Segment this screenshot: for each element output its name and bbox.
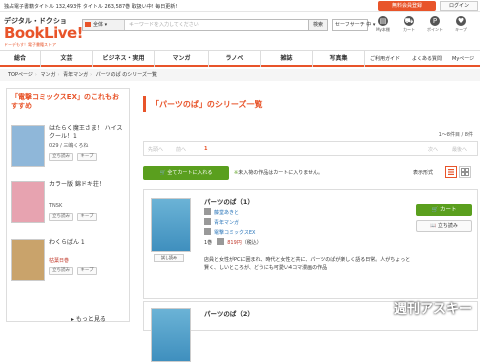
sample-button[interactable]: 立ち読み — [49, 213, 73, 221]
add-all-to-cart-button[interactable]: 🛒 全てカートに入れる — [143, 166, 229, 180]
book-author: 029 / 三嶋くろね — [49, 143, 89, 149]
list-actions: 🛒 全てカートに入れる ※未入荷の作品はカートに入りません。 表示形式 — [143, 166, 478, 180]
series-item: 試し読み パーツのぱ（1） 藤堂あきと 青年マンガ 電撃コミックスEX 1巻 8… — [143, 189, 478, 299]
label-icon — [204, 228, 211, 235]
book-cover[interactable] — [11, 239, 45, 281]
folder-icon — [85, 22, 91, 27]
book-cover[interactable] — [11, 181, 45, 223]
safe-search-select[interactable]: セーフサーチ 中 ▾ — [332, 19, 375, 31]
sample-button[interactable]: 立ち読み — [49, 153, 73, 161]
category-nav: 総合 文芸 ビジネス・実用 マンガ ラノベ 雑誌 写真集 ご利用ガイド よくある… — [0, 50, 480, 67]
list-icon — [448, 169, 454, 175]
author-link[interactable]: 藤堂あきと — [214, 210, 239, 216]
search-box: 全体 ▾ キーワードを入力してください — [82, 19, 322, 31]
watermark: 週刊アスキー — [394, 302, 473, 317]
book-title[interactable]: カラー版 錦ドキ荘！ — [49, 181, 125, 189]
stats-text: 独占電子書籍タイトル 132,493件 タイトル 263,587巻 取扱い中! … — [4, 4, 178, 10]
read-sample-button[interactable]: 📖 立ち読み — [416, 220, 472, 232]
title-accent-bar — [143, 96, 146, 112]
book-title[interactable]: わくらばん 1 — [49, 239, 125, 247]
search-category-select[interactable]: 全体 ▾ — [83, 20, 125, 30]
label-row: 電撃コミックスEX — [204, 228, 255, 236]
price-row: 1巻 819円（税込） — [204, 238, 262, 246]
page-title: 「パーツのぱ」のシリーズ一覧 — [143, 96, 480, 112]
recommend-book: カラー版 錦ドキ荘！ TNSK 立ち読み キープ — [7, 181, 131, 233]
book-author: TNSK — [49, 203, 63, 209]
nav-item-literature[interactable]: 文芸 — [41, 51, 93, 67]
nav-item-manga[interactable]: マンガ — [155, 51, 209, 67]
pager-next[interactable]: 次へ — [428, 146, 438, 153]
keep-link[interactable]: ♥ キープ — [450, 16, 472, 33]
recommend-sidebar: 「電撃コミックスEX」のこれもおすすめ はたらく魔王さま！ ハイスクール！1 0… — [6, 88, 131, 323]
book-cover[interactable] — [151, 198, 191, 252]
book-author: 枯葉日巻 — [49, 258, 70, 264]
cart-icon: ⛟ — [404, 16, 414, 26]
cart-note: ※未入荷の作品はカートに入りません。 — [234, 170, 324, 176]
register-button[interactable]: 無料会員登録 — [378, 1, 436, 11]
bookshelf-icon: ▤ — [378, 16, 388, 26]
point-icon: P — [430, 16, 440, 26]
mypage-link[interactable]: Myページ — [452, 51, 474, 67]
author-icon — [204, 208, 211, 215]
book-cover[interactable] — [11, 125, 45, 167]
pager-first[interactable]: 先頭へ — [148, 146, 163, 153]
pager-current: 1 — [204, 146, 208, 152]
nav-item-photobook[interactable]: 写真集 — [313, 51, 365, 67]
breadcrumb-seinen[interactable]: 青年マンガ — [63, 72, 88, 78]
breadcrumb-top[interactable]: TOPページ — [8, 72, 33, 78]
cart-link[interactable]: ⛟ カート — [398, 16, 420, 33]
sidebar-title: 「電撃コミックスEX」のこれもおすすめ — [11, 93, 119, 110]
header: デジタル・ドクショ BookLive! ドーデもす！電子書籍ストア 全体 ▾ キ… — [0, 13, 480, 49]
result-count: 1～8件目 / 8件 — [438, 132, 473, 138]
guide-link[interactable]: ご利用ガイド — [370, 51, 400, 67]
price-icon — [217, 238, 225, 245]
breadcrumb-current: パーツのぱ のシリーズ一覧 — [95, 72, 157, 78]
breadcrumb-manga[interactable]: マンガ — [41, 72, 56, 78]
pager-prev[interactable]: 前へ — [176, 146, 186, 153]
add-to-cart-button[interactable]: 🛒 カート — [416, 204, 472, 216]
book-title[interactable]: はたらく魔王さま！ ハイスクール！1 — [49, 125, 125, 141]
nav-item-business[interactable]: ビジネス・実用 — [93, 51, 155, 67]
top-bar: 独占電子書籍タイトル 132,493件 タイトル 263,587巻 取扱い中! … — [0, 0, 480, 12]
nav-item-general[interactable]: 総合 — [0, 51, 41, 67]
pagination: 先頭へ 前へ 1 次へ 最後へ — [143, 141, 478, 156]
nav-item-lightnovel[interactable]: ラノベ — [209, 51, 261, 67]
logo-subtitle: ドーデもす！電子書籍ストア — [4, 42, 56, 47]
breadcrumb: TOPページ › マンガ › 青年マンガ › パーツのぱ のシリーズ一覧 — [0, 69, 480, 81]
keep-button[interactable]: キープ — [77, 267, 97, 275]
point-link[interactable]: P ポイント — [424, 16, 446, 33]
login-button[interactable]: ログイン — [440, 1, 478, 11]
grid-icon — [461, 168, 469, 176]
recommend-book: わくらばん 1 枯葉日巻 立ち読み キープ — [7, 239, 131, 291]
author-row: 藤堂あきと — [204, 208, 239, 216]
faq-link[interactable]: よくある質問 — [412, 51, 442, 67]
display-format-label: 表示形式 — [413, 170, 434, 176]
genre-icon — [204, 218, 211, 225]
bookshelf-link[interactable]: ▤ My本棚 — [372, 16, 394, 33]
logo[interactable]: BookLive! — [4, 24, 84, 42]
keep-button[interactable]: キープ — [77, 153, 97, 161]
grid-view-toggle[interactable] — [459, 166, 471, 178]
item-description: 店員と女性がPCに囲まれ、時代と女性と共に、パーツのぱが楽しく語る日常。人がちょ… — [204, 257, 411, 271]
genre-row: 青年マンガ — [204, 218, 239, 226]
nav-item-magazine[interactable]: 雑誌 — [261, 51, 313, 67]
label-link[interactable]: 電撃コミックスEX — [214, 230, 255, 236]
item-title[interactable]: パーツのぱ（1） — [204, 196, 254, 206]
sample-read-link[interactable]: 試し読み — [154, 254, 184, 262]
main-content: 「パーツのぱ」のシリーズ一覧 1～8件目 / 8件 先頭へ 前へ 1 次へ 最後… — [143, 88, 480, 362]
heart-icon: ♥ — [456, 16, 466, 26]
search-button[interactable]: 検索 — [308, 19, 328, 31]
pager-last[interactable]: 最後へ — [452, 146, 467, 153]
recommend-book: はたらく魔王さま！ ハイスクール！1 029 / 三嶋くろね 立ち読み キープ — [7, 125, 131, 177]
list-view-toggle[interactable] — [445, 166, 457, 178]
keep-button[interactable]: キープ — [77, 213, 97, 221]
genre-link[interactable]: 青年マンガ — [214, 220, 239, 226]
book-cover[interactable] — [151, 308, 191, 362]
search-input[interactable]: キーワードを入力してください — [129, 20, 199, 30]
item-title[interactable]: パーツのぱ（2） — [204, 308, 254, 318]
sample-button[interactable]: 立ち読み — [49, 267, 73, 275]
